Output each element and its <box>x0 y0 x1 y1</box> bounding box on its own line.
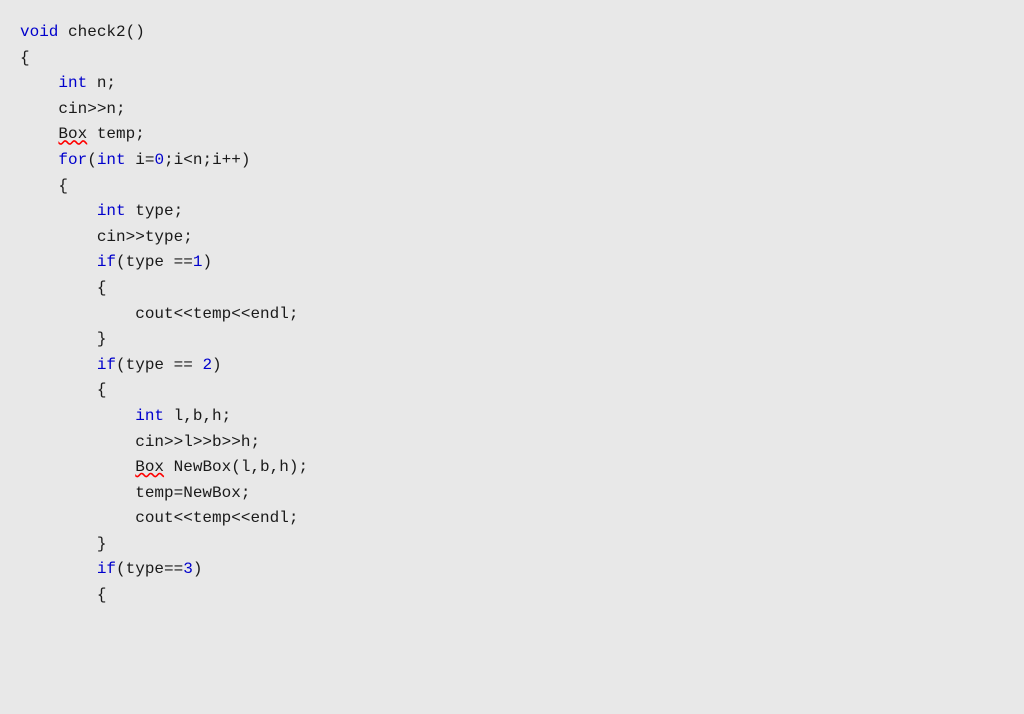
code-line: int l,b,h; <box>20 404 1004 430</box>
token: (type == <box>116 253 193 271</box>
token: i= <box>126 151 155 169</box>
indent <box>20 151 58 169</box>
token: (type == <box>116 356 202 374</box>
code-line: if(type==3) <box>20 557 1004 583</box>
indent <box>20 560 97 578</box>
token: int <box>58 74 87 92</box>
code-line: cout<<temp<<endl; <box>20 302 1004 328</box>
token: if <box>97 253 116 271</box>
indent <box>20 484 135 502</box>
token: NewBox(l,b,h); <box>164 458 308 476</box>
code-line: { <box>20 276 1004 302</box>
indent <box>20 407 135 425</box>
token: n; <box>87 74 116 92</box>
token: if <box>97 560 116 578</box>
code-line: cin>>l>>b>>h; <box>20 430 1004 456</box>
token: ;i<n;i++) <box>164 151 250 169</box>
code-line: cout<<temp<<endl; <box>20 506 1004 532</box>
code-line: if(type == 2) <box>20 353 1004 379</box>
indent <box>20 330 97 348</box>
token: cin>>n; <box>58 100 125 118</box>
code-container: void check2(){ int n; cin>>n; Box temp; … <box>20 10 1004 619</box>
token: temp; <box>87 125 145 143</box>
indent <box>20 356 97 374</box>
code-line: { <box>20 174 1004 200</box>
code-line: } <box>20 532 1004 558</box>
token: (type== <box>116 560 183 578</box>
token: 2 <box>202 356 212 374</box>
code-line: void check2() <box>20 20 1004 46</box>
code-line: int type; <box>20 199 1004 225</box>
token: ) <box>202 253 212 271</box>
code-line: Box NewBox(l,b,h); <box>20 455 1004 481</box>
indent <box>20 586 97 604</box>
indent <box>20 509 135 527</box>
code-line: { <box>20 583 1004 609</box>
token: int <box>97 151 126 169</box>
token: ) <box>212 356 222 374</box>
indent <box>20 253 97 271</box>
indent <box>20 177 58 195</box>
token: if <box>97 356 116 374</box>
token: } <box>97 535 107 553</box>
token: { <box>97 279 107 297</box>
code-line: for(int i=0;i<n;i++) <box>20 148 1004 174</box>
token: { <box>97 381 107 399</box>
token: { <box>20 49 30 67</box>
token: ) <box>193 560 203 578</box>
token: int <box>97 202 126 220</box>
token: void <box>20 23 58 41</box>
indent <box>20 433 135 451</box>
code-line: temp=NewBox; <box>20 481 1004 507</box>
indent <box>20 202 97 220</box>
indent <box>20 381 97 399</box>
token: cin>>l>>b>>h; <box>135 433 260 451</box>
code-line: int n; <box>20 71 1004 97</box>
indent <box>20 535 97 553</box>
token: 3 <box>183 560 193 578</box>
indent <box>20 228 97 246</box>
indent <box>20 74 58 92</box>
token: 1 <box>193 253 203 271</box>
token: { <box>97 586 107 604</box>
token: int <box>135 407 164 425</box>
token: check2() <box>58 23 144 41</box>
code-line: cin>>type; <box>20 225 1004 251</box>
token: Box <box>58 125 87 143</box>
indent <box>20 305 135 323</box>
token: ( <box>87 151 97 169</box>
token: } <box>97 330 107 348</box>
token: cin>>type; <box>97 228 193 246</box>
token: { <box>58 177 68 195</box>
indent <box>20 125 58 143</box>
token: type; <box>126 202 184 220</box>
token: cout<<temp<<endl; <box>135 305 298 323</box>
code-line: { <box>20 46 1004 72</box>
token: for <box>58 151 87 169</box>
token: temp=NewBox; <box>135 484 250 502</box>
code-line: if(type ==1) <box>20 250 1004 276</box>
indent <box>20 458 135 476</box>
code-line: { <box>20 378 1004 404</box>
token: 0 <box>154 151 164 169</box>
code-line: Box temp; <box>20 122 1004 148</box>
code-line: cin>>n; <box>20 97 1004 123</box>
code-line: } <box>20 327 1004 353</box>
token: l,b,h; <box>164 407 231 425</box>
indent <box>20 279 97 297</box>
indent <box>20 100 58 118</box>
token: cout<<temp<<endl; <box>135 509 298 527</box>
token: Box <box>135 458 164 476</box>
